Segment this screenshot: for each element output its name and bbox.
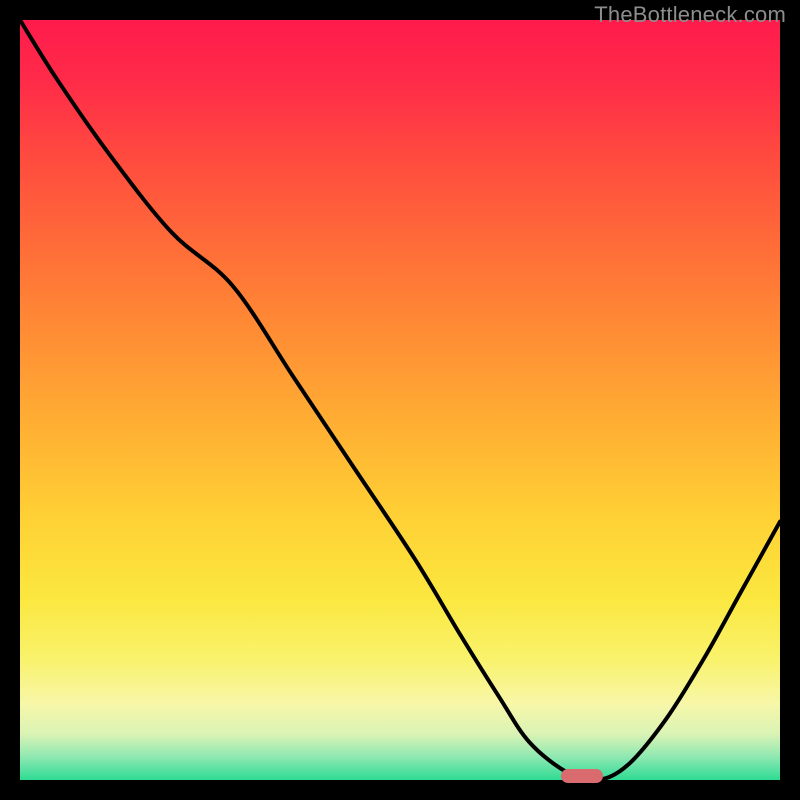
chart-plot-area [20,20,780,780]
optimal-marker [561,769,603,783]
watermark-text: TheBottleneck.com [594,2,786,28]
bottleneck-curve [20,20,780,780]
chart-frame: TheBottleneck.com [0,0,800,800]
